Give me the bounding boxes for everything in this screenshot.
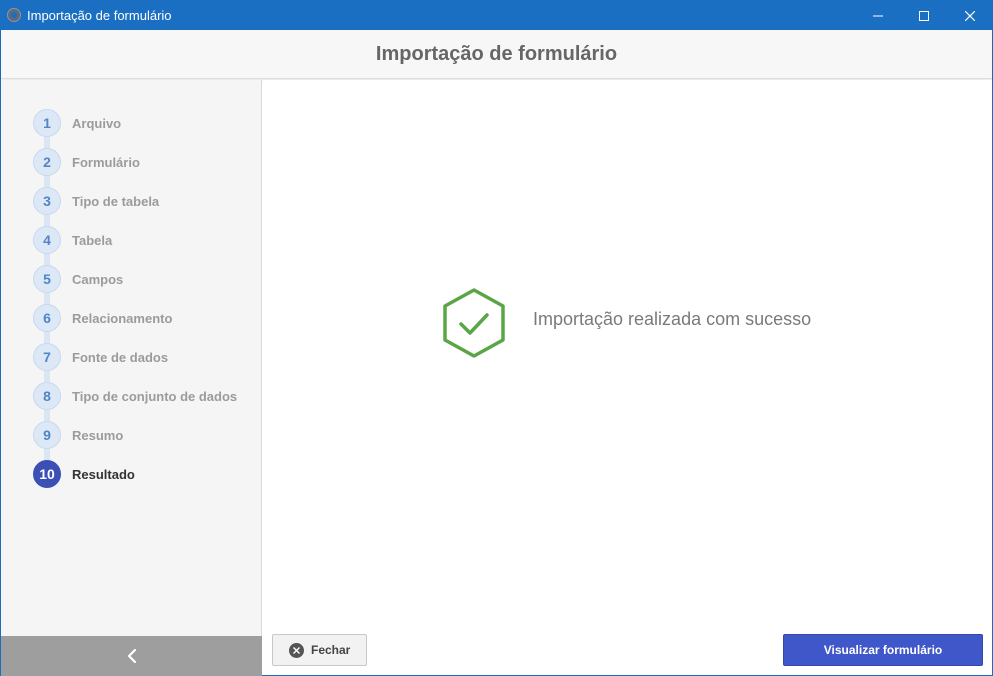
- step-fonte-de-dados[interactable]: 7 Fonte de dados: [33, 343, 168, 371]
- wizard-steps-sidebar: 1 Arquivo 2 Formulário 3 Tipo de tabela …: [1, 80, 262, 636]
- step-label: Arquivo: [72, 115, 122, 131]
- step-formulario[interactable]: 2 Formulário: [33, 148, 140, 176]
- step-label: Tabela: [72, 232, 113, 248]
- step-label: Tipo de conjunto de dados: [72, 388, 238, 404]
- window-title: Importação de formulário: [27, 8, 172, 23]
- close-button[interactable]: Fechar: [272, 634, 367, 666]
- import-form-window: Importação de formulário Importação de f…: [0, 0, 993, 676]
- success-message: Importação realizada com sucesso: [533, 309, 812, 329]
- step-label: Relacionamento: [72, 310, 173, 326]
- step-tipo-de-tabela[interactable]: 3 Tipo de tabela: [33, 187, 159, 215]
- step-number-badge: 9: [33, 421, 61, 449]
- step-label: Resumo: [72, 427, 124, 443]
- app-icon: [7, 8, 21, 22]
- view-form-button-label: Visualizar formulário: [823, 643, 943, 657]
- close-circle-icon: [289, 642, 304, 658]
- step-number-badge: 10: [33, 460, 61, 488]
- close-button-label: Fechar: [311, 643, 351, 657]
- step-number-badge: 7: [33, 343, 61, 371]
- close-window-button[interactable]: [947, 1, 993, 30]
- maximize-button[interactable]: [901, 1, 947, 30]
- step-label: Tipo de tabela: [72, 193, 160, 209]
- step-campos[interactable]: 5 Campos: [33, 265, 123, 293]
- wizard-header: Importação de formulário: [1, 30, 992, 79]
- step-number-badge: 5: [33, 265, 61, 293]
- step-arquivo[interactable]: 1 Arquivo: [33, 109, 121, 137]
- view-form-button[interactable]: Visualizar formulário: [783, 634, 983, 666]
- step-tabela[interactable]: 4 Tabela: [33, 226, 112, 254]
- step-number-badge: 3: [33, 187, 61, 215]
- step-number-badge: 6: [33, 304, 61, 332]
- step-label: Formulário: [72, 154, 140, 170]
- step-label: Fonte de dados: [72, 349, 169, 365]
- chevron-left-icon: [127, 648, 136, 664]
- step-number-badge: 8: [33, 382, 61, 410]
- step-number-badge: 1: [33, 109, 61, 137]
- title-bar[interactable]: Importação de formulário: [1, 1, 992, 30]
- close-icon: [965, 10, 975, 21]
- step-resultado[interactable]: 10 Resultado: [33, 460, 135, 488]
- step-label: Campos: [72, 271, 124, 287]
- step-number-badge: 2: [33, 148, 61, 176]
- collapse-sidebar-button[interactable]: [1, 636, 262, 676]
- check-hexagon-icon: [443, 288, 505, 358]
- maximize-icon: [919, 10, 929, 21]
- page-title: Importação de formulário: [375, 42, 618, 65]
- minimize-button[interactable]: [855, 1, 901, 30]
- result-panel: Importação realizada com sucesso: [263, 80, 992, 636]
- step-resumo[interactable]: 9 Resumo: [33, 421, 123, 449]
- minimize-icon: [873, 15, 883, 16]
- step-label: Resultado: [72, 466, 135, 482]
- step-tipo-de-conjunto-de-dados[interactable]: 8 Tipo de conjunto de dados: [33, 382, 237, 410]
- step-relacionamento[interactable]: 6 Relacionamento: [33, 304, 172, 332]
- step-number-badge: 4: [33, 226, 61, 254]
